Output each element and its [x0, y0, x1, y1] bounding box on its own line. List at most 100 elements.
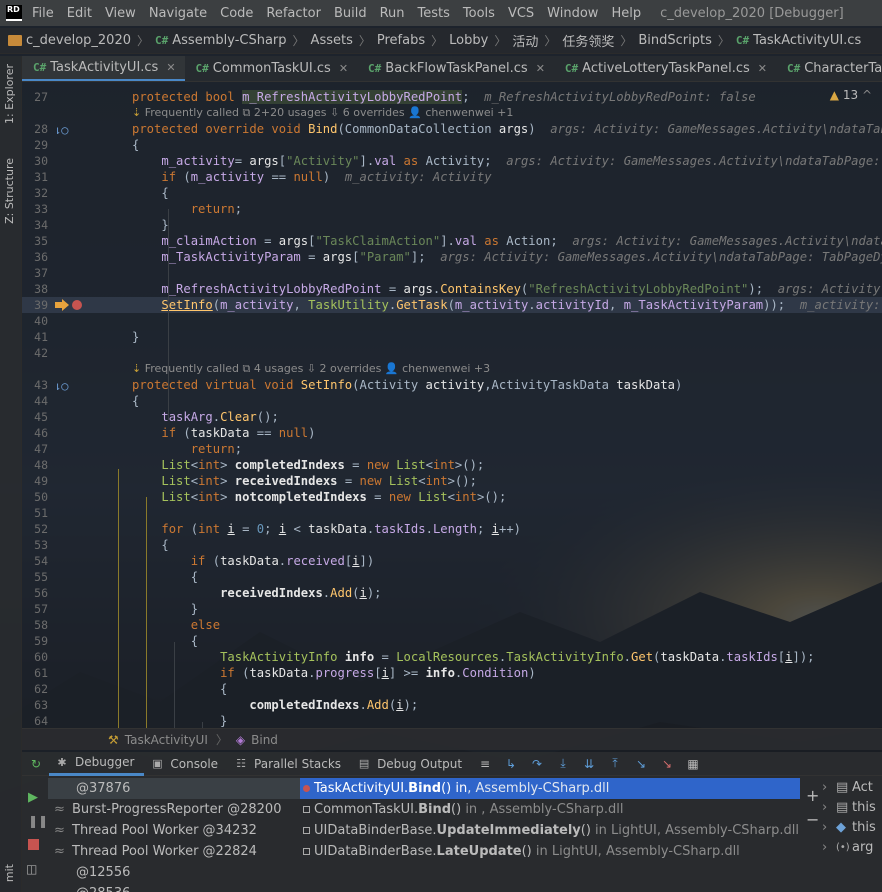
tab-debugger[interactable]: ✱ Debugger	[49, 752, 145, 776]
menu-edit[interactable]: Edit	[61, 6, 99, 21]
menu-tools[interactable]: Tools	[457, 6, 502, 21]
tab-backflowtaskpanel[interactable]: C# BackFlowTaskPanel.cs ✕	[357, 56, 554, 81]
code-line[interactable]: 52 for (int i = 0; i < taskData.taskIds.…	[22, 521, 882, 537]
code-line[interactable]: 63 completedIndexs.Add(i);	[22, 697, 882, 713]
stack-frame-row[interactable]: UIDataBinderBase.LateUpdate() in LightUI…	[300, 841, 800, 862]
code-line[interactable]: 64 }	[22, 713, 882, 728]
code-line[interactable]: 43 ⇂○ protected virtual void SetInfo(Activ…	[22, 377, 882, 393]
inspection-widget[interactable]: ▲ 13 ^	[830, 88, 872, 102]
code-line[interactable]: 61 if (taskData.progress[i] >= info.Cond…	[22, 665, 882, 681]
code-line[interactable]: 32 {	[22, 185, 882, 201]
code-line[interactable]: 59 {	[22, 633, 882, 649]
nav-class[interactable]: TaskActivityUI	[125, 733, 208, 747]
close-icon[interactable]: ✕	[536, 62, 545, 75]
menu-window[interactable]: Window	[541, 6, 605, 21]
code-line[interactable]: 50 List<int> notcompletedIndexs = new Li…	[22, 489, 882, 505]
code-line[interactable]: 51	[22, 505, 882, 521]
close-icon[interactable]: ✕	[166, 61, 175, 74]
code-line[interactable]: 31 if (m_activity == null) m_activity: A…	[22, 169, 882, 185]
breadcrumb-assets[interactable]: Assets	[311, 33, 353, 48]
code-line[interactable]: 62 {	[22, 681, 882, 697]
variable-row[interactable]: › ◆ this	[822, 818, 882, 838]
code-line[interactable]: 35 m_claimAction = args["TaskClaimAction…	[22, 233, 882, 249]
close-icon[interactable]: ✕	[339, 62, 348, 75]
code-line[interactable]: 57 }	[22, 601, 882, 617]
code-line[interactable]: 54 if (taskData.received[i])	[22, 553, 882, 569]
code-line[interactable]: 40	[22, 313, 882, 329]
code-line[interactable]: 30 m_activity= args["Activity"].val as A…	[22, 153, 882, 169]
show-execution-point-icon[interactable]: ↳	[503, 756, 519, 772]
layout-icon[interactable]: ◫	[26, 862, 37, 876]
code-line[interactable]: 33 return;	[22, 201, 882, 217]
breakpoint-icon[interactable]	[72, 300, 82, 310]
nav-method[interactable]: Bind	[251, 733, 278, 747]
override-gutter-icon[interactable]: ⇂○	[54, 122, 68, 138]
code-line[interactable]: 56 receivedIndexs.Add(i);	[22, 585, 882, 601]
tab-debug-output[interactable]: ▤ Debug Output	[351, 752, 472, 776]
run-to-cursor-icon[interactable]: ↘	[633, 756, 649, 772]
tab-commontaskui[interactable]: C# CommonTaskUI.cs ✕	[185, 56, 357, 81]
code-line[interactable]: 29 {	[22, 137, 882, 153]
code-line[interactable]: 37	[22, 265, 882, 281]
remove-watch-icon[interactable]: −	[806, 810, 819, 829]
code-line[interactable]: 46 if (taskData == null)	[22, 425, 882, 441]
variable-row[interactable]: › ▤ Act	[822, 778, 882, 798]
explorer-tool-tab[interactable]: 1: Explorer	[3, 64, 16, 124]
menu-view[interactable]: View	[99, 6, 143, 21]
code-line[interactable]: 27 protected bool m_RefreshActivityLobbyR…	[22, 89, 882, 105]
code-line[interactable]: 38 m_RefreshActivityLobbyRedPoint = args…	[22, 281, 882, 297]
code-editor[interactable]: 27 protected bool m_RefreshActivityLobbyR…	[22, 82, 882, 728]
menu-navigate[interactable]: Navigate	[143, 6, 214, 21]
evaluate-icon[interactable]: ▦	[685, 756, 701, 772]
menu-refactor[interactable]: Refactor	[260, 6, 328, 21]
pause-icon[interactable]: ❚❚	[28, 814, 48, 828]
close-icon[interactable]: ✕	[758, 62, 767, 75]
tab-console[interactable]: ▣ Console	[144, 752, 228, 776]
code-line[interactable]: 58 else	[22, 617, 882, 633]
thread-row[interactable]: ≈ Burst-ProgressReporter @28200	[48, 799, 300, 820]
menu-run[interactable]: Run	[374, 6, 412, 21]
breadcrumb-prefabs[interactable]: Prefabs	[377, 33, 425, 48]
thread-row[interactable]: @28536	[48, 883, 300, 892]
code-line[interactable]: 28 ⇂○ protected override void Bind(CommonD…	[22, 121, 882, 137]
structure-tool-tab[interactable]: Z: Structure	[3, 158, 16, 224]
thread-row[interactable]: ≈ Thread Pool Worker @34232	[48, 820, 300, 841]
breadcrumb-bindscripts[interactable]: BindScripts	[638, 33, 712, 48]
stack-frame-row[interactable]: UIDataBinderBase.UpdateImmediately() in …	[300, 820, 800, 841]
stack-frame-row[interactable]: TaskActivityUI.Bind() in, Assembly-CShar…	[300, 778, 800, 799]
code-line[interactable]: 60 TaskActivityInfo info = LocalResource…	[22, 649, 882, 665]
code-vision-hint[interactable]: ⇣ Frequently called ⧉ 4 usages ⇩ 2 overr…	[132, 361, 490, 377]
tab-taskactivityui[interactable]: C# TaskActivityUI.cs ✕	[22, 56, 185, 81]
rerun-icon[interactable]: ↻	[28, 756, 44, 772]
code-line[interactable]: 34 }	[22, 217, 882, 233]
thread-row[interactable]: ≈ Thread Pool Worker @22824	[48, 841, 300, 862]
thread-row[interactable]: @37876	[48, 778, 300, 799]
menu-file[interactable]: File	[22, 6, 61, 21]
code-line[interactable]: 53 {	[22, 537, 882, 553]
add-watch-icon[interactable]: +	[806, 786, 819, 805]
code-line[interactable]: 36 m_TaskActivityParam = args["Param"]; …	[22, 249, 882, 265]
stack-frame-row[interactable]: CommonTaskUI.Bind() in , Assembly-CSharp…	[300, 799, 800, 820]
force-run-to-cursor-icon[interactable]: ↘	[659, 756, 675, 772]
code-line[interactable]: 49 List<int> receivedIndexs = new List<i…	[22, 473, 882, 489]
breadcrumb-file[interactable]: C# TaskActivityUI.cs	[736, 33, 861, 48]
tab-charactertaskactivityui[interactable]: C#CharacterTaskActivityUI.c	[776, 56, 882, 81]
resume-icon[interactable]: ▶	[28, 790, 38, 805]
breadcrumb-activity[interactable]: 活动	[512, 31, 538, 50]
menu-help[interactable]: Help	[605, 6, 648, 21]
step-out-icon[interactable]: ⤒	[607, 756, 623, 772]
override-gutter-icon[interactable]: ⇂○	[54, 378, 68, 394]
menu-vcs[interactable]: VCS	[502, 6, 541, 21]
variable-row[interactable]: › ▤ this	[822, 798, 882, 818]
breadcrumb-task-reward[interactable]: 任务领奖	[562, 31, 614, 50]
code-line[interactable]: 44 {	[22, 393, 882, 409]
breadcrumb-lobby[interactable]: Lobby	[449, 33, 488, 48]
code-line[interactable]: 47 return;	[22, 441, 882, 457]
stop-icon[interactable]	[28, 839, 39, 850]
variable-row[interactable]: › (•) arg	[822, 838, 882, 858]
breadcrumb-project[interactable]: C# Assembly-CSharp	[155, 33, 287, 48]
tab-activelotterytaskpanel[interactable]: C# ActiveLotteryTaskPanel.cs ✕	[554, 56, 776, 81]
breadcrumb-solution[interactable]: c_develop_2020	[8, 33, 131, 48]
thread-row[interactable]: @12556	[48, 862, 300, 883]
menu-code[interactable]: Code	[214, 6, 260, 21]
